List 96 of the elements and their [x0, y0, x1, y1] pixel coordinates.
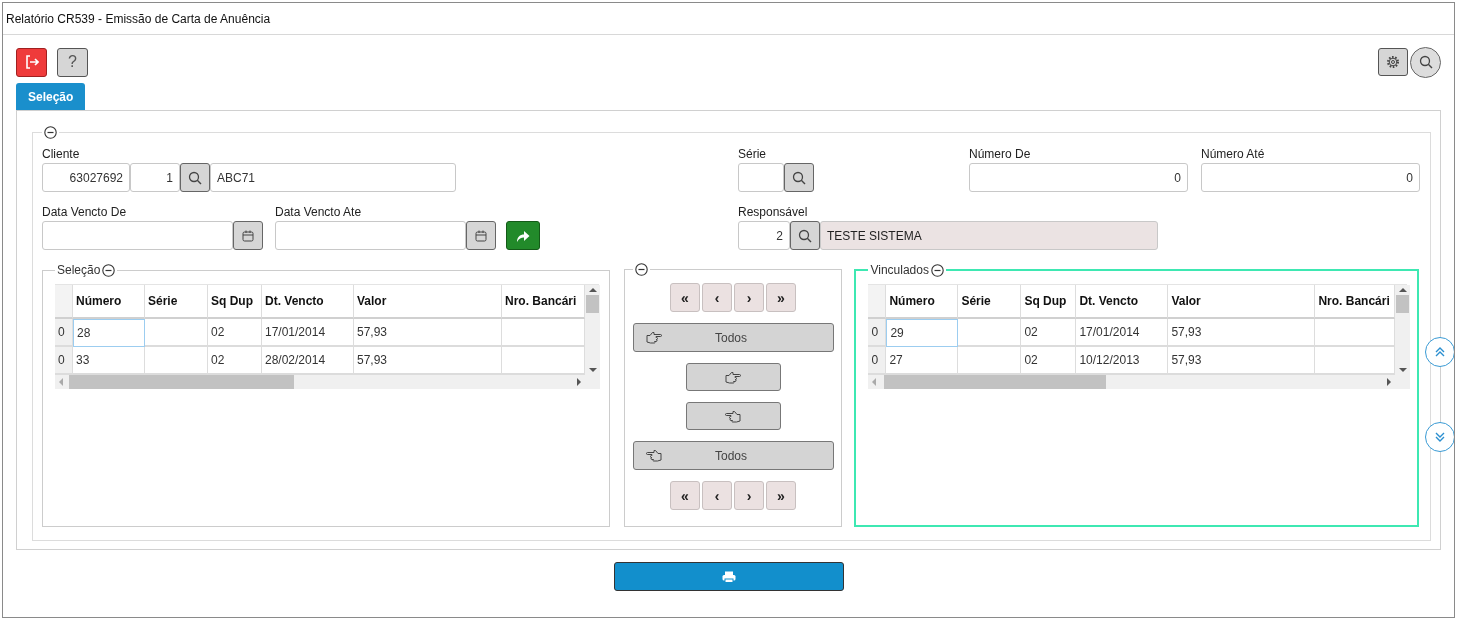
column-header[interactable]: Valor — [1168, 285, 1316, 319]
search-button[interactable] — [1410, 46, 1441, 78]
search-icon — [1418, 55, 1433, 69]
column-header[interactable]: Série — [145, 285, 208, 319]
table-cell[interactable] — [145, 319, 208, 347]
move-button[interactable] — [685, 363, 781, 391]
number-from-field[interactable]: 0 — [969, 163, 1188, 192]
collapse-icon[interactable] — [930, 263, 944, 277]
table-cell[interactable]: 17/01/2014 — [1076, 319, 1169, 347]
column-header[interactable]: Dt. Vencto — [1076, 285, 1169, 319]
collapse-icon[interactable] — [102, 263, 116, 277]
exit-icon — [24, 55, 39, 69]
hand-pointing-right-icon — [725, 370, 741, 384]
search-button[interactable] — [790, 221, 820, 250]
responsible-name-field[interactable]: TESTE SISTEMA — [820, 221, 1158, 250]
double-chevron-down-icon — [1433, 430, 1447, 444]
print-button[interactable] — [613, 562, 844, 591]
number-to-field[interactable]: 0 — [1201, 163, 1420, 192]
table-cell[interactable]: 17/01/2014 — [262, 319, 354, 347]
table-cell[interactable]: 28 — [73, 319, 145, 347]
serie-field[interactable] — [738, 163, 784, 192]
window-title: Relatório CR539 - Emissão de Carta de Anuência — [3, 3, 1454, 35]
group-title: Seleção — [57, 263, 101, 277]
date-field[interactable] — [275, 221, 466, 250]
hand-pointing-left-icon — [725, 409, 741, 423]
hand-pointing-right-icon — [645, 331, 662, 344]
printer-icon — [721, 570, 736, 583]
settings-button[interactable] — [1378, 48, 1408, 76]
calendar-icon — [242, 229, 254, 242]
field-label: Série — [738, 147, 767, 162]
collapse-icon[interactable] — [44, 126, 57, 139]
calendar-button[interactable] — [466, 221, 496, 250]
group-title: Vinculados — [870, 263, 929, 277]
table-cell[interactable] — [1315, 319, 1396, 347]
client-name-field[interactable]: ABC71 — [210, 163, 456, 192]
forward-button[interactable] — [506, 221, 540, 250]
horizontal-scrollbar[interactable] — [868, 375, 1396, 389]
double-chevron-up-icon — [1433, 345, 1447, 359]
row-indicator: 0 — [868, 319, 887, 347]
page-button[interactable]: › — [734, 283, 764, 312]
collapse-icon[interactable] — [634, 263, 648, 276]
client-code-field[interactable]: 63027692 — [42, 163, 130, 192]
move-all-button[interactable]: Todos — [632, 323, 834, 352]
table-cell[interactable] — [502, 319, 585, 347]
row-indicator: 0 — [55, 319, 73, 347]
field-label: Número De — [969, 147, 1032, 162]
table-cell[interactable]: 02 — [208, 319, 262, 347]
page-button[interactable]: « — [670, 481, 700, 510]
search-button[interactable] — [180, 163, 210, 192]
page-button[interactable]: ‹ — [702, 481, 732, 510]
column-header[interactable]: Número — [886, 285, 959, 319]
forward-arrow-icon — [515, 228, 531, 243]
field-label: Responsável — [738, 205, 809, 220]
column-header[interactable]: Sq Dup — [208, 285, 262, 319]
table-cell[interactable]: 29 — [886, 319, 959, 347]
tab[interactable]: Seleção — [16, 83, 86, 110]
search-button[interactable] — [784, 163, 814, 192]
column-header[interactable]: Valor — [354, 285, 502, 319]
table-cell[interactable] — [958, 319, 1022, 347]
page-button[interactable]: « — [670, 283, 700, 312]
page-button[interactable]: » — [766, 481, 796, 510]
page-button[interactable]: ‹ — [702, 283, 732, 312]
column-header[interactable]: Dt. Vencto — [262, 285, 354, 319]
settings-icon — [1386, 55, 1400, 69]
table-cell[interactable]: 02 — [1021, 319, 1077, 347]
search-icon — [798, 228, 812, 243]
column-header[interactable]: Série — [958, 285, 1022, 319]
help-button[interactable]: ? — [57, 47, 88, 77]
column-header[interactable]: Sq Dup — [1021, 285, 1077, 319]
search-icon — [188, 170, 202, 185]
hand-pointing-left-icon — [645, 449, 662, 462]
calendar-icon — [475, 229, 487, 242]
calendar-button[interactable] — [233, 221, 263, 250]
move-button[interactable] — [685, 402, 781, 430]
row-indicator: 0 — [868, 347, 887, 375]
horizontal-scrollbar[interactable] — [55, 375, 585, 389]
date-field[interactable] — [42, 221, 233, 250]
table-cell[interactable]: 57,93 — [1168, 319, 1316, 347]
move-all-button[interactable]: Todos — [632, 441, 834, 470]
field-label: Data Vencto De — [42, 205, 128, 220]
page-button[interactable]: » — [766, 283, 796, 312]
scroll-down-button[interactable] — [1425, 422, 1454, 452]
responsible-code-field[interactable]: 2 — [738, 221, 790, 250]
exit-button[interactable] — [16, 47, 47, 77]
field-label: Data Vencto Ate — [275, 205, 363, 220]
column-header[interactable]: Número — [73, 285, 145, 319]
page-button[interactable]: › — [734, 481, 764, 510]
vertical-scrollbar[interactable] — [1395, 285, 1411, 375]
field-label: Cliente — [42, 147, 81, 162]
scroll-up-button[interactable] — [1425, 337, 1454, 367]
vertical-scrollbar[interactable] — [585, 285, 600, 375]
search-icon — [792, 170, 806, 185]
row-indicator: 0 — [55, 347, 73, 375]
field-label: Número Até — [1201, 147, 1266, 162]
client-branch-field[interactable]: 1 — [130, 163, 180, 192]
table-cell[interactable]: 57,93 — [354, 319, 502, 347]
